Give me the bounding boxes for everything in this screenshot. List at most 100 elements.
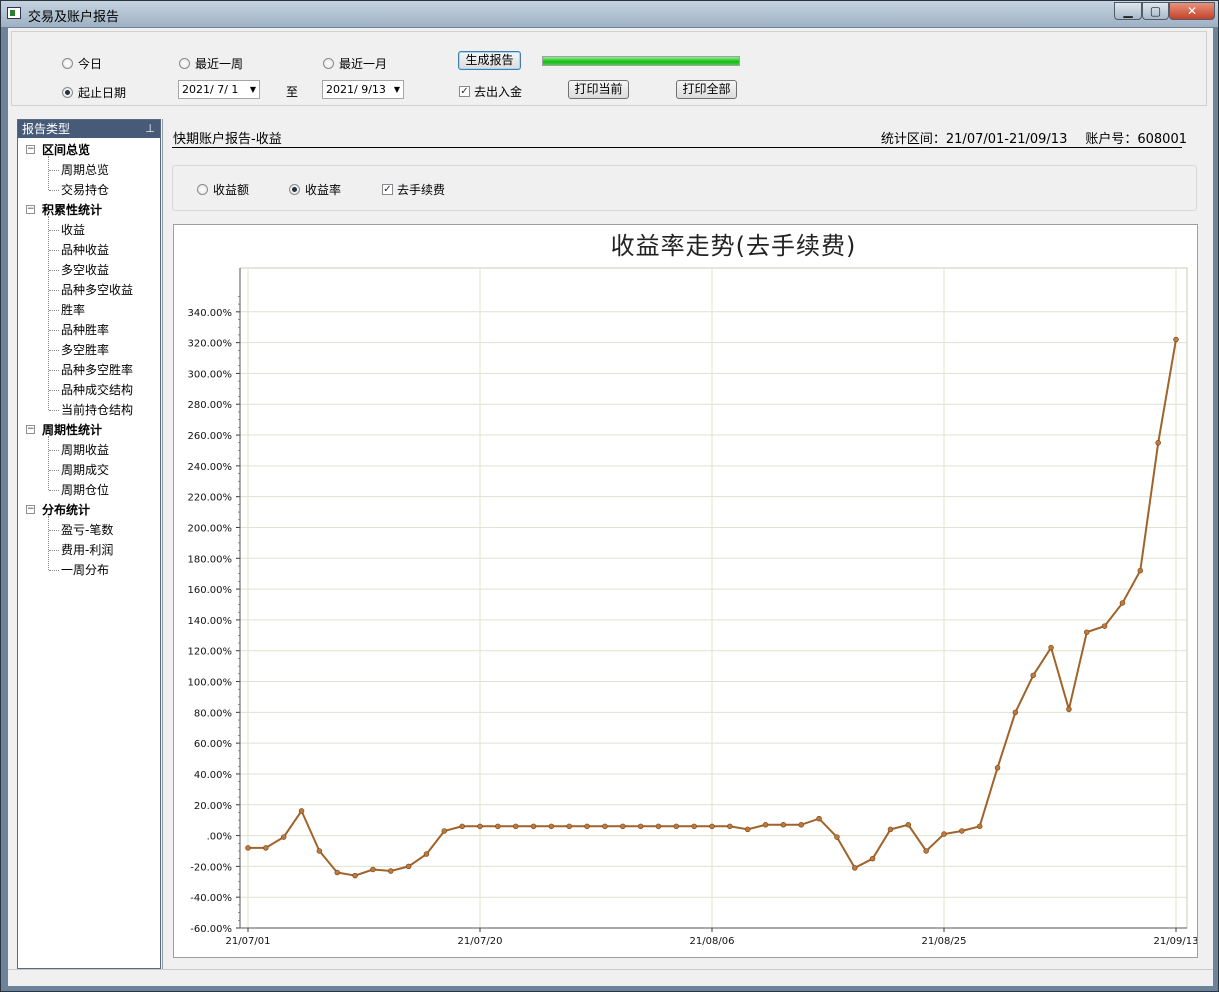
tree-connector [49, 350, 59, 351]
data-point [709, 823, 715, 830]
data-point [1066, 706, 1072, 713]
y-tick-label: 340.00% [188, 308, 233, 319]
dropdown-arrow-icon: ▼ [249, 85, 256, 94]
tree-connector [49, 290, 59, 291]
data-point [548, 823, 555, 830]
data-point [780, 822, 787, 828]
data-point [1101, 623, 1108, 629]
x-tick-label: 21/09/13 [1154, 936, 1197, 947]
range-week-radio[interactable]: 最近一周 [179, 55, 243, 72]
tree-item[interactable]: 当前持仓结构 [61, 400, 133, 420]
option-fee-checkbox[interactable]: ✓ 去手续费 [382, 181, 445, 198]
data-point [566, 823, 572, 830]
tree-connector [49, 190, 59, 191]
title-bar[interactable]: 交易及账户报告 ▁ ▢ ✕ [1, 1, 1218, 27]
tree-group[interactable]: 分布统计 [42, 500, 90, 520]
tree-group[interactable]: 周期性统计 [42, 420, 102, 440]
data-point [691, 823, 697, 830]
y-tick-label: 20.00% [194, 801, 232, 812]
tree-connector [49, 250, 59, 251]
start-date-picker[interactable]: 2021/ 7/ 1 ▼ [178, 80, 260, 99]
radio-icon [179, 58, 190, 69]
tree-item[interactable]: 费用-利润 [61, 540, 113, 560]
print-current-button[interactable]: 打印当前 [568, 80, 629, 99]
data-point [994, 765, 1001, 771]
y-tick-label: 300.00% [188, 369, 233, 380]
tree-item[interactable]: 多空胜率 [61, 340, 109, 360]
tree-item[interactable]: 品种收益 [61, 240, 109, 260]
option-amount-radio[interactable]: 收益额 [197, 181, 249, 198]
y-tick-label: -20.00% [190, 862, 232, 873]
chart-container: 收益率走势(去手续费) -60.00% -40.00% -20.00% .00% 20.0… [173, 224, 1198, 958]
tree-connector [48, 216, 49, 410]
range-today-radio[interactable]: 今日 [62, 55, 102, 72]
tree-group[interactable]: 积累性统计 [42, 200, 102, 220]
data-point [280, 834, 287, 840]
tree-connector [49, 470, 59, 471]
tree-item[interactable]: 多空收益 [61, 260, 109, 280]
end-date-picker[interactable]: 2021/ 9/13 ▼ [322, 80, 404, 99]
collapse-icon[interactable]: − [26, 505, 35, 514]
tree-item[interactable]: 品种胜率 [61, 320, 109, 340]
maximize-button[interactable]: ▢ [1142, 2, 1169, 20]
data-point [495, 823, 501, 830]
tree-connector [49, 310, 59, 311]
data-point [459, 823, 465, 830]
x-tick-label: 21/07/20 [458, 936, 503, 947]
print-all-button[interactable]: 打印全部 [676, 80, 737, 99]
progress-bar [542, 56, 740, 66]
radio-icon [62, 58, 73, 69]
range-month-radio[interactable]: 最近一月 [323, 55, 387, 72]
app-icon [7, 7, 21, 19]
chart-title: 收益率走势(去手续费) [611, 232, 857, 260]
tree-connector [49, 550, 59, 551]
collapse-icon[interactable]: − [26, 425, 35, 434]
collapse-icon[interactable]: − [26, 205, 35, 214]
option-rate-radio[interactable]: 收益率 [289, 181, 341, 198]
tree-connector [49, 390, 59, 391]
collapse-icon[interactable]: − [26, 145, 35, 154]
title-divider [172, 147, 1182, 148]
y-tick-label: 280.00% [188, 400, 233, 411]
data-point [869, 855, 876, 862]
tree-connector [48, 516, 49, 570]
tree-item[interactable]: 收益 [61, 220, 85, 240]
minimize-button[interactable]: ▁ [1114, 2, 1142, 20]
tree-item[interactable]: 交易持仓 [61, 180, 109, 200]
tree-connector [49, 410, 59, 411]
radio-icon [197, 184, 208, 195]
report-period: 统计区间：21/07/01-21/09/13 [880, 132, 1068, 147]
tree-item[interactable]: 周期仓位 [61, 480, 109, 500]
tree-item[interactable]: 一周分布 [61, 560, 109, 580]
data-point [959, 828, 965, 834]
data-point [352, 872, 358, 879]
x-tick-label: 21/08/25 [922, 936, 967, 947]
tree-item[interactable]: 胜率 [61, 300, 85, 320]
pin-icon[interactable]: ⊥ [145, 120, 155, 138]
tree-item[interactable]: 品种多空胜率 [61, 360, 133, 380]
y-tick-label: 40.00% [194, 770, 232, 781]
y-tick-label: 160.00% [188, 585, 233, 596]
tree-item[interactable]: 周期总览 [61, 160, 109, 180]
data-point [744, 826, 751, 833]
app-window: 交易及账户报告 ▁ ▢ ✕ 今日 最近一周 最近一月 起止日期 2021/ 7/… [0, 0, 1219, 992]
tree-item[interactable]: 周期成交 [61, 460, 109, 480]
y-tick-label: 60.00% [194, 739, 232, 750]
tree-group[interactable]: 区间总览 [42, 140, 90, 160]
data-point [1155, 440, 1161, 446]
tree-connector [48, 156, 49, 190]
data-point [1084, 629, 1090, 635]
radio-selected-icon [289, 184, 300, 195]
close-button[interactable]: ✕ [1169, 2, 1215, 20]
data-point [1030, 672, 1036, 679]
range-custom-radio[interactable]: 起止日期 [62, 84, 126, 101]
tree-item[interactable]: 品种成交结构 [61, 380, 133, 400]
tree-item[interactable]: 品种多空收益 [61, 280, 133, 300]
tree-item[interactable]: 盈亏-笔数 [61, 520, 113, 540]
sidebar-header: 报告类型 ⊥ [18, 120, 160, 138]
tree-item[interactable]: 周期收益 [61, 440, 109, 460]
data-point [762, 822, 769, 828]
generate-report-button[interactable]: 生成报告 [458, 51, 521, 70]
report-title: 快期账户报告-收益 [173, 132, 282, 147]
exclude-deposit-checkbox[interactable]: ✓ 去出入金 [459, 83, 522, 100]
